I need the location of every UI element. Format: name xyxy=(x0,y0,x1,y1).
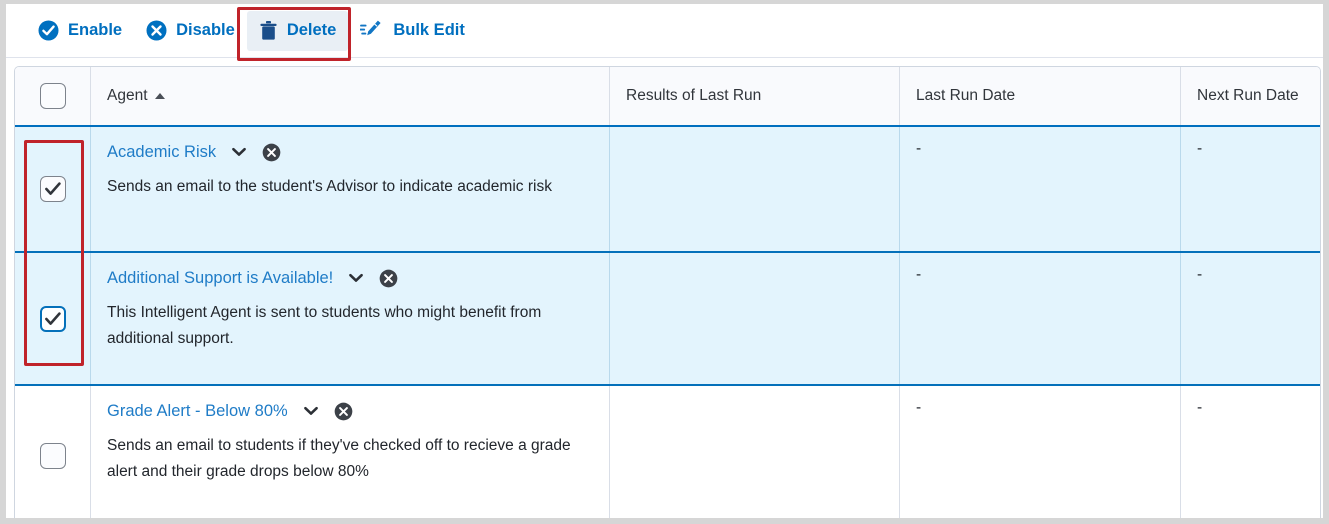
bulk-edit-button[interactable]: Bulk Edit xyxy=(348,11,477,51)
select-all-cell xyxy=(15,67,91,125)
row-select-cell xyxy=(15,253,91,384)
chevron-down-icon[interactable] xyxy=(230,143,248,161)
results-of-last-run-cell xyxy=(610,127,900,251)
agent-name-link[interactable]: Additional Support is Available! xyxy=(107,270,333,287)
last-run-date-value: - xyxy=(916,140,922,157)
last-run-date-value: - xyxy=(916,266,922,283)
column-header-agent[interactable]: Agent xyxy=(91,67,610,125)
agents-table: Agent Results of Last Run Last Run Date … xyxy=(14,66,1321,518)
table-row: Grade Alert - Below 80% Sends an email t… xyxy=(15,386,1320,518)
disable-button-label: Disable xyxy=(176,21,235,40)
row-checkbox[interactable] xyxy=(39,305,66,332)
results-of-last-run-cell xyxy=(610,386,900,518)
pencil-edit-icon xyxy=(360,20,384,41)
column-header-last-run-date-label: Last Run Date xyxy=(916,87,1016,104)
disable-button[interactable]: Disable xyxy=(134,11,247,51)
column-header-results: Results of Last Run xyxy=(610,67,900,125)
delete-button[interactable]: Delete xyxy=(246,10,349,51)
remove-agent-icon[interactable] xyxy=(379,269,398,288)
agent-cell: Academic Risk Sends an email to the stud… xyxy=(91,127,610,251)
table-header-row: Agent Results of Last Run Last Run Date … xyxy=(15,67,1320,127)
last-run-date-value: - xyxy=(916,399,922,416)
column-header-last-run-date: Last Run Date xyxy=(900,67,1181,125)
results-of-last-run-cell xyxy=(610,253,900,384)
enable-button[interactable]: Enable xyxy=(26,11,134,51)
agent-name-link[interactable]: Academic Risk xyxy=(107,144,216,161)
chevron-down-icon[interactable] xyxy=(347,269,365,287)
next-run-date-cell: - xyxy=(1181,386,1320,518)
next-run-date-value: - xyxy=(1197,140,1203,157)
row-checkbox[interactable] xyxy=(39,442,66,469)
delete-button-label: Delete xyxy=(286,21,337,40)
agents-action-toolbar: Enable Disable Delete Bulk Edit xyxy=(6,4,1323,58)
agent-cell: Grade Alert - Below 80% Sends an email t… xyxy=(91,386,610,518)
agent-cell: Additional Support is Available! This In… xyxy=(91,253,610,384)
last-run-date-cell: - xyxy=(900,386,1181,518)
select-all-checkbox[interactable] xyxy=(39,83,66,109)
bulk-edit-button-label: Bulk Edit xyxy=(393,21,465,40)
column-header-next-run-date: Next Run Date xyxy=(1181,67,1320,125)
next-run-date-value: - xyxy=(1197,266,1203,283)
agent-description: Sends an email to the student's Advisor … xyxy=(107,178,552,195)
table-row: Academic Risk Sends an email to the stud… xyxy=(15,127,1320,253)
agent-name-link[interactable]: Grade Alert - Below 80% xyxy=(107,403,288,420)
column-header-agent-label: Agent xyxy=(107,87,148,104)
row-select-cell xyxy=(15,386,91,518)
x-circle-icon xyxy=(146,20,167,41)
agent-description: This Intelligent Agent is sent to studen… xyxy=(107,304,542,348)
trash-icon xyxy=(259,20,278,41)
next-run-date-value: - xyxy=(1197,399,1203,416)
next-run-date-cell: - xyxy=(1181,253,1320,384)
chevron-down-icon[interactable] xyxy=(302,402,320,420)
row-checkbox[interactable] xyxy=(39,176,66,202)
next-run-date-cell: - xyxy=(1181,127,1320,251)
column-header-results-label: Results of Last Run xyxy=(626,87,762,104)
remove-agent-icon[interactable] xyxy=(262,143,281,162)
intelligent-agents-screen: Enable Disable Delete Bulk Edit Agent Re… xyxy=(0,0,1329,524)
remove-agent-icon[interactable] xyxy=(334,402,353,421)
agent-description: Sends an email to students if they've ch… xyxy=(107,437,571,481)
table-row: Additional Support is Available! This In… xyxy=(15,253,1320,386)
check-circle-icon xyxy=(38,20,59,41)
column-header-next-run-date-label: Next Run Date xyxy=(1197,87,1299,104)
enable-button-label: Enable xyxy=(68,21,123,40)
last-run-date-cell: - xyxy=(900,253,1181,384)
last-run-date-cell: - xyxy=(900,127,1181,251)
sort-ascending-icon xyxy=(154,93,165,99)
row-select-cell xyxy=(15,127,91,251)
